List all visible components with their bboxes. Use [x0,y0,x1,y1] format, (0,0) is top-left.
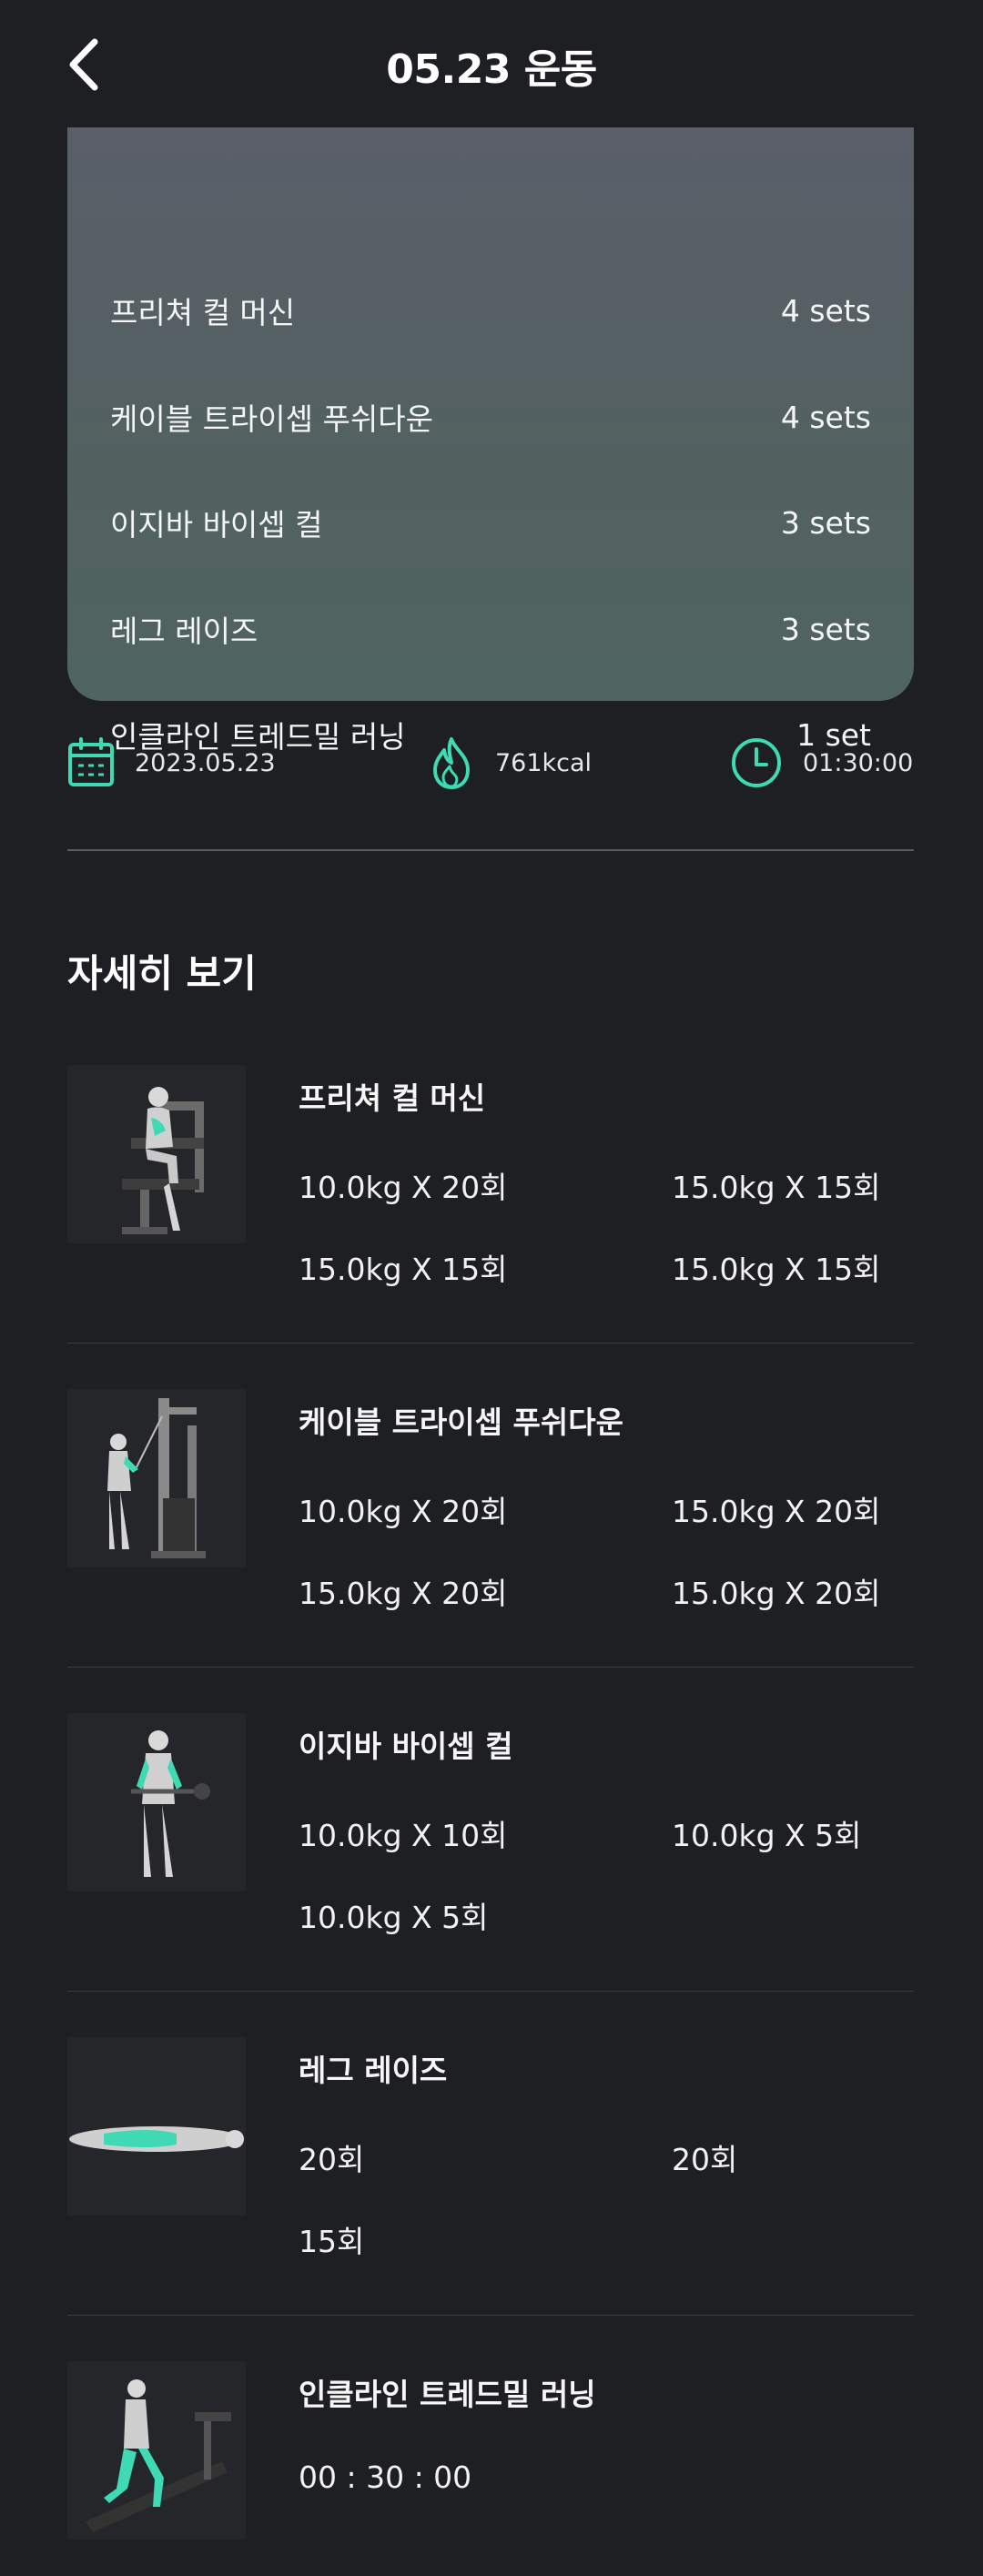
summary-exercise-sets: 4 sets [780,292,871,329]
exercise-detail[interactable]: 인클라인 트레드밀 러닝 00 : 30 : 00 [67,2343,914,2576]
summary-row: 프리쳐 컬 머신 4 sets [110,283,871,338]
summary-exercise-name: 케이블 트라이셉 푸쉬다운 [110,401,433,437]
summary-exercise-sets: 3 sets [780,504,871,541]
date-stat: 2023.05.23 [67,735,276,790]
summary-row: 케이블 트라이셉 푸쉬다운 4 sets [110,390,871,444]
summary-exercise-name: 프리쳐 컬 머신 [110,295,296,330]
cable-pushdown-illustration-icon [107,1398,206,1558]
exercise-divider [67,2315,914,2316]
set-record: 10.0kg X 10회 [299,1818,508,1853]
workout-summary-card: 프리쳐 컬 머신 4 sets 케이블 트라이셉 푸쉬다운 4 sets 이지바… [67,127,914,755]
set-record: 15회 [299,2224,365,2259]
exercise-name: 레그 레이즈 [299,2053,448,2088]
summary-exercise-name: 레그 레이즈 [110,614,258,649]
duration-value: 01:30:00 [803,748,914,777]
section-divider [67,849,914,851]
ez-bar-curl-illustration-icon [131,1730,210,1877]
set-record: 20회 [672,2142,738,2177]
summary-exercise-sets: 4 sets [780,399,871,435]
set-record: 15.0kg X 15회 [672,1170,881,1205]
exercise-thumbnail [67,2037,246,2216]
summary-row: 이지바 바이셉 컬 3 sets [110,495,871,550]
date-value: 2023.05.23 [135,748,276,777]
exercise-detail[interactable]: 프리쳐 컬 머신 10.0kg X 20회 15.0kg X 15회 15.0k… [67,1047,914,1356]
set-record: 10.0kg X 5회 [672,1818,862,1853]
calories-value: 761kcal [495,748,593,777]
exercise-thumbnail [67,2361,246,2540]
exercise-thumbnail [67,1713,246,1891]
calories-stat: 761kcal [428,735,592,790]
set-record: 20회 [299,2142,365,2177]
page-title: 05.23 운동 [386,46,597,93]
clock-icon [732,738,781,787]
details-section-title: 자세히 보기 [67,951,257,996]
leg-raise-illustration-icon [69,2126,244,2152]
set-record: 10.0kg X 20회 [299,1170,508,1205]
exercise-detail[interactable]: 이지바 바이셉 컬 10.0kg X 10회 10.0kg X 5회 10.0k… [67,1695,914,2004]
summary-exercise-name: 이지바 바이셉 컬 [110,507,323,543]
set-record: 10.0kg X 20회 [299,1494,508,1529]
summary-exercise-sets: 3 sets [780,611,871,647]
exercise-detail[interactable]: 레그 레이즈 20회 20회 15회 [67,2019,914,2328]
exercise-divider [67,1667,914,1668]
set-record: 15.0kg X 20회 [672,1494,881,1529]
exercise-thumbnail [67,1065,246,1243]
exercise-detail[interactable]: 케이블 트라이셉 푸쉬다운 10.0kg X 20회 15.0kg X 20회 … [67,1371,914,1680]
set-record: 15.0kg X 15회 [672,1252,881,1287]
preacher-curl-illustration-icon [122,1087,204,1234]
exercise-name: 이지바 바이셉 컬 [299,1729,513,1764]
flame-icon [433,737,470,789]
exercise-name: 케이블 트라이셉 푸쉬다운 [299,1405,623,1440]
set-record: 00 : 30 : 00 [299,2459,472,2495]
set-record: 10.0kg X 5회 [299,1900,489,1935]
exercise-name: 프리쳐 컬 머신 [299,1080,486,1116]
workout-stats: 2023.05.23 761kcal 01:30:00 [67,735,914,790]
treadmill-illustration-icon [86,2379,231,2532]
exercise-thumbnail [67,1389,246,1567]
header: 05.23 운동 [0,0,983,127]
exercise-divider [67,1343,914,1344]
duration-stat: 01:30:00 [730,735,913,790]
exercise-name: 인클라인 트레드밀 러닝 [299,2377,596,2412]
set-record: 15.0kg X 15회 [299,1252,508,1287]
exercise-divider [67,1991,914,1992]
set-record: 15.0kg X 20회 [672,1576,881,1611]
set-record: 15.0kg X 20회 [299,1576,508,1611]
calendar-icon [68,737,114,786]
summary-row: 레그 레이즈 3 sets [110,602,871,656]
